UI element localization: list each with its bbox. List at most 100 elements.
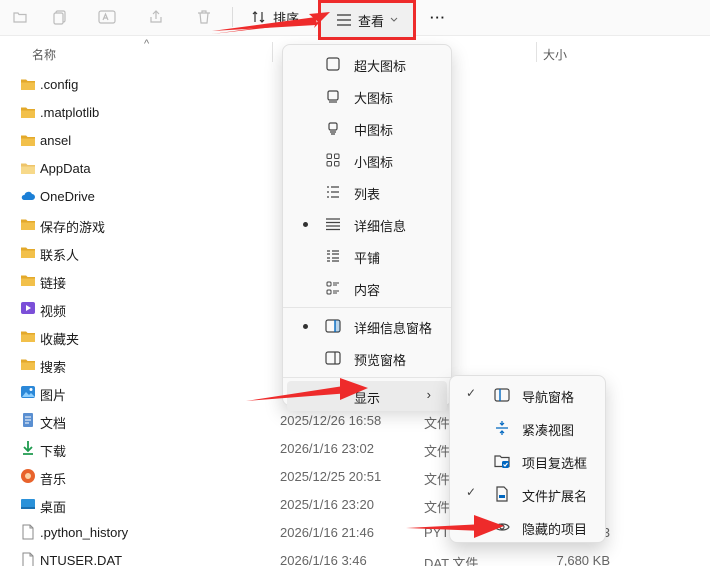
new-folder-icon[interactable] [8, 6, 32, 28]
sort-icon [252, 11, 265, 23]
folder-icon [20, 356, 36, 372]
file-name: 联系人 [40, 248, 80, 263]
view-menu-item[interactable]: 超大图标 [287, 49, 447, 79]
header-size[interactable]: 大小 [543, 46, 567, 63]
rename-icon[interactable] [95, 6, 119, 28]
show-submenu-label: 文件扩展名 [522, 489, 588, 504]
view-menu-item[interactable]: 中图标 [287, 113, 447, 143]
file-type: PYT [424, 525, 450, 540]
view-menu-label: 中图标 [354, 123, 394, 138]
show-submenu-item[interactable]: 隐藏的项目 [454, 512, 601, 542]
folder-icon [20, 244, 36, 260]
show-submenu-item[interactable]: ✓ 文件扩展名 [454, 479, 601, 509]
file-name: 音乐 [40, 472, 67, 487]
large-icon [325, 88, 341, 104]
download-icon [20, 440, 36, 456]
column-divider[interactable] [272, 42, 273, 62]
medium-icon [325, 120, 341, 136]
preview-pane-icon [325, 350, 341, 366]
pane-menu-item[interactable]: 预览窗格 [287, 343, 447, 373]
sort-ascending-icon: ^ [144, 38, 150, 50]
file-row[interactable]: NTUSER.DAT 2026/1/16 3:46 DAT 文件 7,680 KB [0, 546, 710, 566]
pane-menu-item[interactable]: 详细信息窗格 [287, 311, 447, 341]
file-type: DAT 文件 [424, 556, 479, 566]
file-name: 链接 [40, 276, 67, 291]
view-menu-label: 大图标 [354, 91, 394, 106]
copy-icon[interactable] [48, 6, 72, 28]
view-menu-item[interactable]: 列表 [287, 177, 447, 207]
file-name: 收藏夹 [40, 332, 80, 347]
file-name: AppData [40, 161, 91, 176]
folder-light-icon [20, 160, 36, 176]
folder-icon [20, 328, 36, 344]
sort-label: 排序 [273, 10, 300, 26]
pane-menu-label: 详细信息窗格 [354, 321, 433, 336]
file-date: 2025/12/25 20:51 [280, 469, 382, 484]
file-size: 7,680 KB [556, 553, 611, 566]
delete-icon[interactable] [192, 6, 216, 28]
sort-button[interactable]: 排序 [245, 5, 305, 29]
file-name: ansel [40, 133, 72, 148]
file-name: OneDrive [40, 189, 95, 204]
column-divider[interactable] [536, 42, 537, 62]
small-icons-icon [325, 152, 341, 168]
list-icon [325, 184, 341, 200]
file-icon [20, 552, 36, 566]
file-date: 2026/1/16 21:46 [280, 525, 374, 540]
view-menu-label: 详细信息 [354, 219, 407, 234]
file-name: 下载 [40, 444, 67, 459]
file-type: 文件 [424, 416, 451, 431]
details-pane-icon [325, 318, 341, 334]
show-submenu-label: 隐藏的项目 [522, 522, 588, 537]
header-name[interactable]: 名称 [32, 46, 56, 63]
show-submenu-label: 紧凑视图 [522, 423, 575, 438]
file-name: .python_history [40, 525, 129, 540]
show-submenu-item[interactable]: 紧凑视图 [454, 413, 601, 443]
view-menu-item[interactable]: 小图标 [287, 145, 447, 175]
xl-icon [325, 56, 341, 72]
show-submenu-label: 导航窗格 [522, 390, 575, 405]
file-date: 2026/1/16 3:46 [280, 553, 367, 566]
music-icon [20, 468, 36, 484]
tiles-icon [325, 248, 341, 264]
view-menu-item[interactable]: 详细信息 [287, 209, 447, 239]
file-name: NTUSER.DAT [40, 553, 123, 566]
share-icon[interactable] [144, 6, 168, 28]
view-label: 查看 [357, 13, 384, 29]
view-button[interactable]: 查看 [318, 0, 416, 40]
file-type: 文件 [424, 472, 451, 487]
hidden-items-icon [494, 519, 510, 535]
file-icon [20, 524, 36, 540]
file-name: 搜索 [40, 360, 67, 375]
more-options-button[interactable]: ··· [426, 6, 450, 28]
compact-view-icon [494, 420, 510, 436]
selected-bullet-icon [303, 222, 308, 227]
folder-icon [20, 104, 36, 120]
pane-menu-label: 预览窗格 [354, 353, 407, 368]
view-menu-item[interactable]: 大图标 [287, 81, 447, 111]
show-submenu-item[interactable]: ✓ 导航窗格 [454, 380, 601, 410]
desktop-icon [20, 496, 36, 512]
file-name: .matplotlib [40, 105, 100, 120]
file-date: 2025/1/16 23:20 [280, 497, 374, 512]
view-menu-item[interactable]: 平铺 [287, 241, 447, 271]
show-menu-item[interactable]: 显示 › [287, 381, 447, 411]
show-submenu-item[interactable]: 项目复选框 [454, 446, 601, 476]
content-icon [325, 280, 341, 296]
view-lines-icon [336, 14, 351, 26]
view-menu-label: 内容 [354, 283, 381, 298]
show-submenu: ✓ 导航窗格紧凑视图项目复选框 ✓ 文件扩展名隐藏的项目 [449, 375, 606, 543]
show-submenu-label: 项目复选框 [522, 456, 588, 471]
folder-icon [20, 132, 36, 148]
file-name: 视频 [40, 304, 67, 319]
view-menu-item[interactable]: 内容 [287, 273, 447, 303]
command-bar: 排序 查看 ··· [0, 0, 710, 40]
file-name: 文档 [40, 416, 67, 431]
file-name: 保存的游戏 [40, 220, 106, 235]
file-type: 文件 [424, 444, 451, 459]
view-menu-label: 超大图标 [354, 59, 407, 74]
navigation-pane-icon [494, 387, 510, 403]
details-icon [325, 216, 341, 232]
folder-icon [20, 272, 36, 288]
menu-divider [283, 377, 451, 378]
